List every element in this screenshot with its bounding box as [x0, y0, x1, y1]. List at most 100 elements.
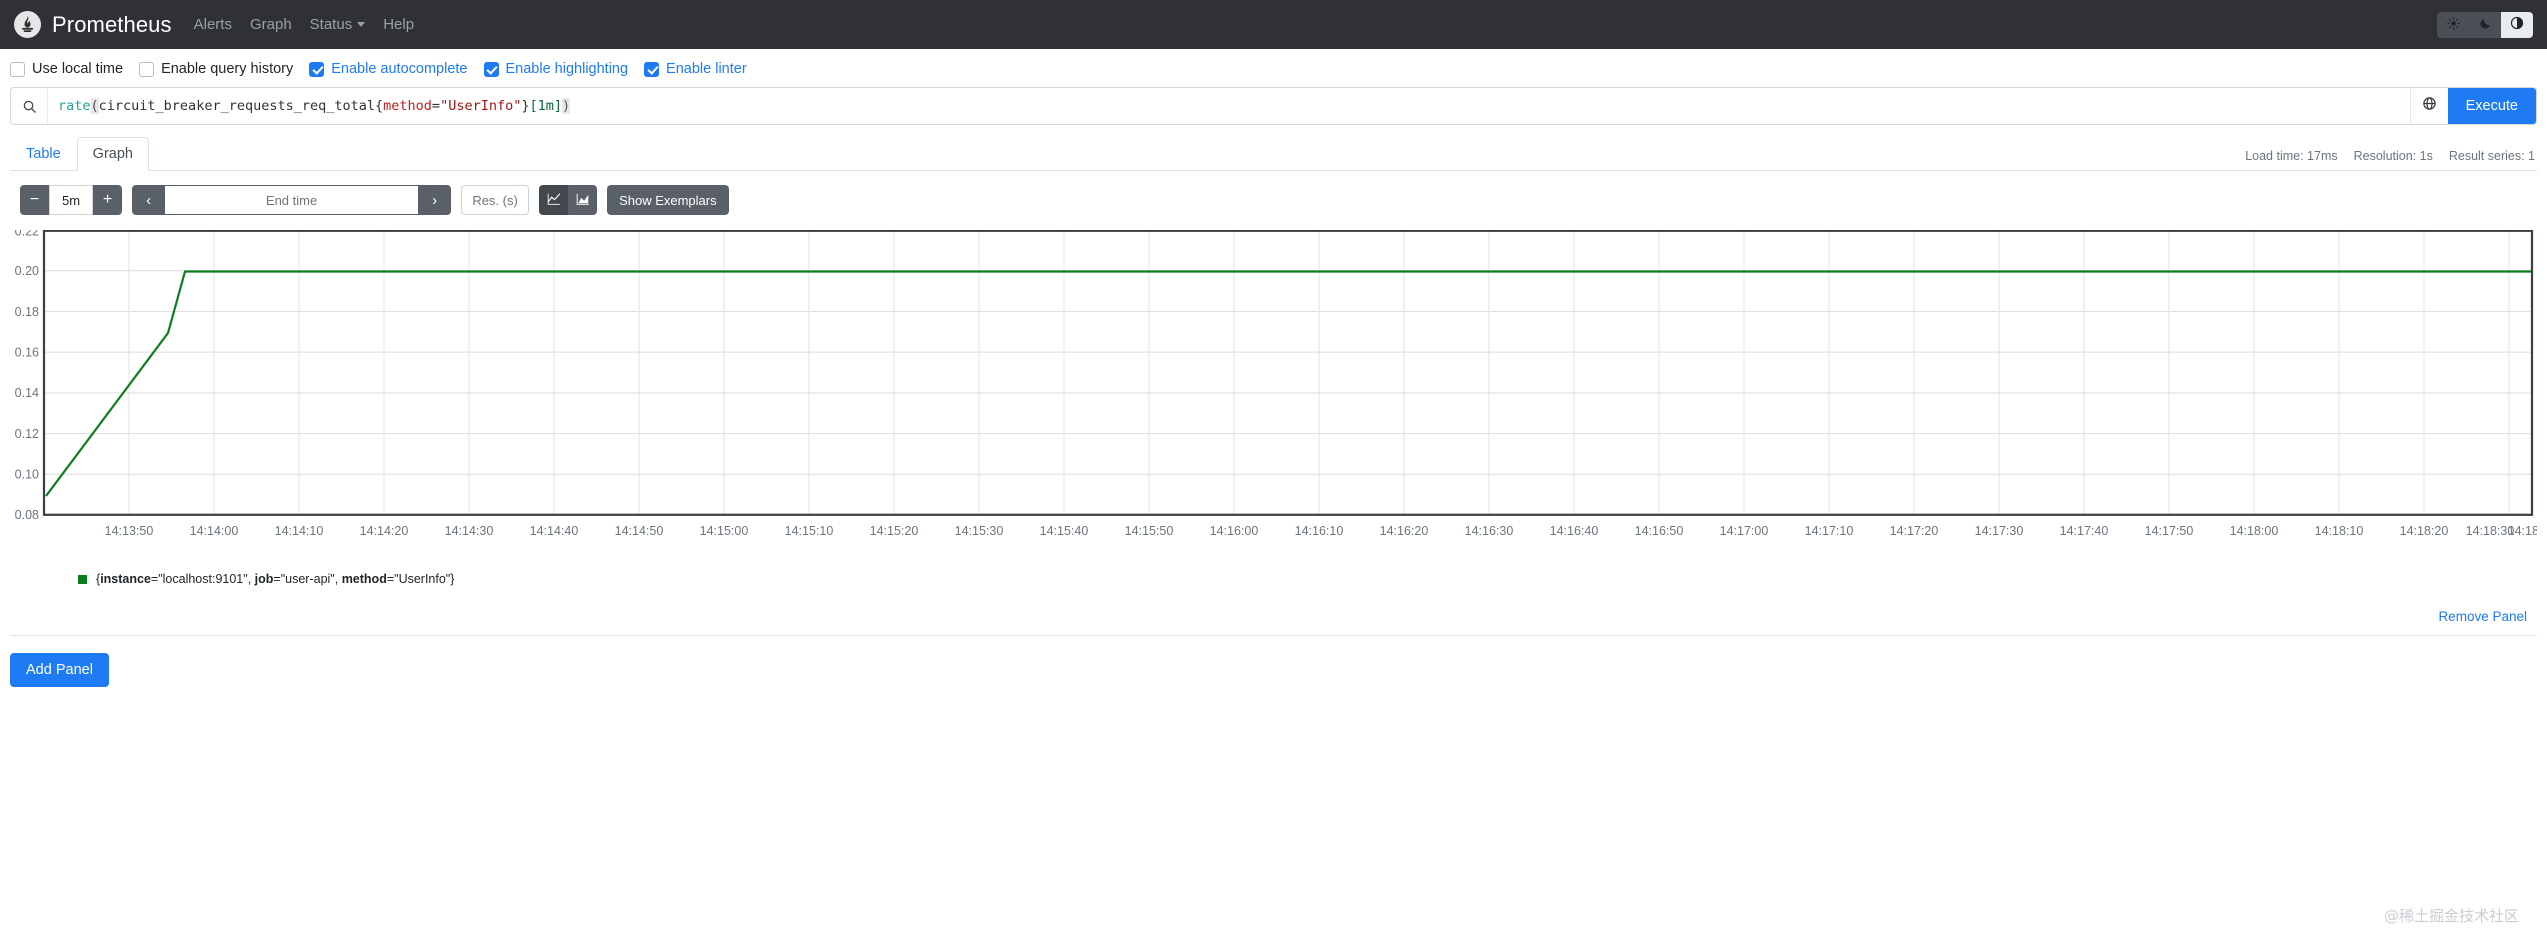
option-enable-autocomplete[interactable]: Enable autocomplete — [309, 61, 468, 77]
enable-query-history-checkbox[interactable] — [139, 61, 155, 77]
svg-text:14:17:30: 14:17:30 — [1975, 524, 2024, 538]
tab-table[interactable]: Table — [10, 137, 77, 171]
theme-dark-button[interactable] — [2469, 11, 2501, 38]
svg-text:0.14: 0.14 — [15, 386, 39, 400]
moon-icon — [2479, 17, 2492, 33]
legend-part-1: instance — [100, 572, 151, 586]
svg-text:0.22: 0.22 — [15, 230, 39, 239]
svg-text:14:18:00: 14:18:00 — [2230, 524, 2279, 538]
use-local-time-checkbox[interactable] — [10, 61, 25, 77]
next-time-button[interactable]: › — [418, 185, 452, 215]
stat-resolution: Resolution: 1s — [2353, 149, 2433, 163]
end-time-control-group: ‹ End time › — [132, 185, 452, 215]
nav-link-alerts-label: Alerts — [193, 16, 232, 33]
svg-text:14:14:10: 14:14:10 — [275, 524, 324, 538]
query-token-fn: rate — [58, 98, 91, 114]
svg-text:14:15:50: 14:15:50 — [1125, 524, 1174, 538]
query-input[interactable]: rate(circuit_breaker_requests_req_total{… — [48, 88, 2410, 124]
svg-text:14:17:10: 14:17:10 — [1805, 524, 1854, 538]
nav-link-status-label: Status — [309, 16, 353, 33]
show-exemplars-button[interactable]: Show Exemplars — [607, 185, 729, 215]
nav-link-graph[interactable]: Graph — [250, 16, 292, 33]
result-tabs: Table Graph Load time: 17ms Resolution: … — [10, 136, 2537, 171]
svg-text:14:16:50: 14:16:50 — [1635, 524, 1684, 538]
graph-panel: − 5m + ‹ End time › Res. (s) Show Exempl… — [10, 171, 2537, 636]
enable-highlighting-checkbox[interactable] — [483, 61, 499, 77]
add-panel-button[interactable]: Add Panel — [10, 653, 109, 687]
chevron-down-icon — [357, 22, 366, 27]
range-input[interactable]: 5m — [49, 185, 94, 215]
watermark: @稀土掘金技术社区 — [2383, 907, 2519, 925]
use-local-time-label: Use local time — [32, 61, 124, 77]
x-gridlines — [128, 230, 2510, 515]
option-enable-highlighting[interactable]: Enable highlighting — [483, 61, 629, 77]
y-tick-labels: 0.22 0.20 0.18 0.16 0.14 0.12 0.10 0.08 — [15, 230, 39, 522]
stat-result-series: Result series: 1 — [2448, 149, 2535, 163]
enable-autocomplete-label: Enable autocomplete — [331, 61, 468, 77]
legend-part-5: method — [341, 572, 387, 586]
svg-text:0.20: 0.20 — [15, 264, 39, 278]
svg-text:14:14:50: 14:14:50 — [615, 524, 664, 538]
nav-link-graph-label: Graph — [249, 16, 292, 33]
svg-text:14:16:20: 14:16:20 — [1380, 524, 1429, 538]
svg-text:14:16:40: 14:16:40 — [1550, 524, 1599, 538]
brand[interactable]: Prometheus — [14, 11, 172, 38]
search-icon — [11, 88, 48, 124]
option-enable-linter[interactable]: Enable linter — [644, 61, 747, 77]
query-token-metric: circuit_breaker_requests_req_total{ — [98, 98, 384, 114]
resolution-input[interactable]: Res. (s) — [461, 185, 530, 215]
query-token-label: method — [383, 98, 432, 114]
svg-text:0.16: 0.16 — [15, 346, 39, 360]
previous-time-button[interactable]: ‹ — [132, 185, 166, 215]
tab-graph[interactable]: Graph — [76, 136, 149, 171]
svg-text:14:15:20: 14:15:20 — [870, 524, 919, 538]
svg-text:14:18:10: 14:18:10 — [2315, 524, 2364, 538]
metrics-explorer-button[interactable] — [2409, 88, 2448, 124]
end-time-input[interactable]: End time — [165, 185, 419, 215]
legend-color-swatch — [78, 574, 87, 584]
legend-part-4: ="user-api", — [273, 572, 342, 586]
chart-legend[interactable]: {instance="localhost:9101", job="user-ap… — [10, 560, 2537, 586]
svg-text:14:17:40: 14:17:40 — [2060, 524, 2109, 538]
graph-type-group — [539, 185, 598, 215]
plot-frame — [42, 230, 2534, 516]
chart-svg: 0.22 0.20 0.18 0.16 0.14 0.12 0.10 0.08 … — [15, 230, 2537, 538]
nav-link-alerts[interactable]: Alerts — [194, 16, 232, 33]
series-line-userinfo — [45, 270, 2531, 497]
svg-text:0.10: 0.10 — [15, 468, 39, 482]
option-enable-query-history[interactable]: Enable query history — [139, 61, 293, 77]
x-tick-labels: 14:13:50 14:14:00 14:14:10 14:14:20 14:14:… — [105, 524, 2537, 538]
svg-text:14:17:20: 14:17:20 — [1890, 524, 1939, 538]
stacked-area-chart-icon — [576, 192, 590, 209]
increase-range-button[interactable]: + — [93, 185, 123, 215]
execute-button[interactable]: Execute — [2447, 88, 2536, 124]
query-token-close-brace: } — [521, 98, 530, 114]
graph-chart[interactable]: 0.22 0.20 0.18 0.16 0.14 0.12 0.10 0.08 … — [10, 230, 2537, 560]
enable-highlighting-label: Enable highlighting — [505, 61, 629, 77]
svg-text:14:17:50: 14:17:50 — [2145, 524, 2194, 538]
legend-part-6: ="UserInfo"} — [386, 572, 455, 586]
svg-text:14:15:40: 14:15:40 — [1040, 524, 1089, 538]
svg-text:14:14:00: 14:14:00 — [190, 524, 239, 538]
theme-light-button[interactable] — [2437, 11, 2469, 38]
svg-text:14:15:00: 14:15:00 — [700, 524, 749, 538]
stat-load-time: Load time: 17ms — [2245, 149, 2338, 163]
enable-linter-checkbox[interactable] — [644, 61, 660, 77]
svg-text:14:14:30: 14:14:30 — [445, 524, 494, 538]
svg-text:14:16:10: 14:16:10 — [1295, 524, 1344, 538]
nav-link-help-label: Help — [383, 16, 415, 33]
option-use-local-time[interactable]: Use local time — [10, 61, 123, 77]
prometheus-torch-icon — [14, 11, 41, 38]
graph-type-line-button[interactable] — [539, 185, 569, 215]
theme-toggle-group — [2437, 11, 2533, 38]
enable-autocomplete-checkbox[interactable] — [309, 61, 325, 77]
nav-links: Alerts Graph Status Help — [194, 16, 414, 33]
theme-auto-button[interactable] — [2501, 11, 2533, 38]
svg-text:14:16:30: 14:16:30 — [1465, 524, 1514, 538]
decrease-range-button[interactable]: − — [20, 185, 49, 215]
remove-panel-button[interactable]: Remove Panel — [2438, 609, 2527, 624]
nav-link-help[interactable]: Help — [383, 16, 414, 33]
y-gridlines — [44, 270, 2532, 475]
nav-link-status[interactable]: Status — [310, 16, 366, 33]
graph-type-stacked-button[interactable] — [568, 185, 598, 215]
